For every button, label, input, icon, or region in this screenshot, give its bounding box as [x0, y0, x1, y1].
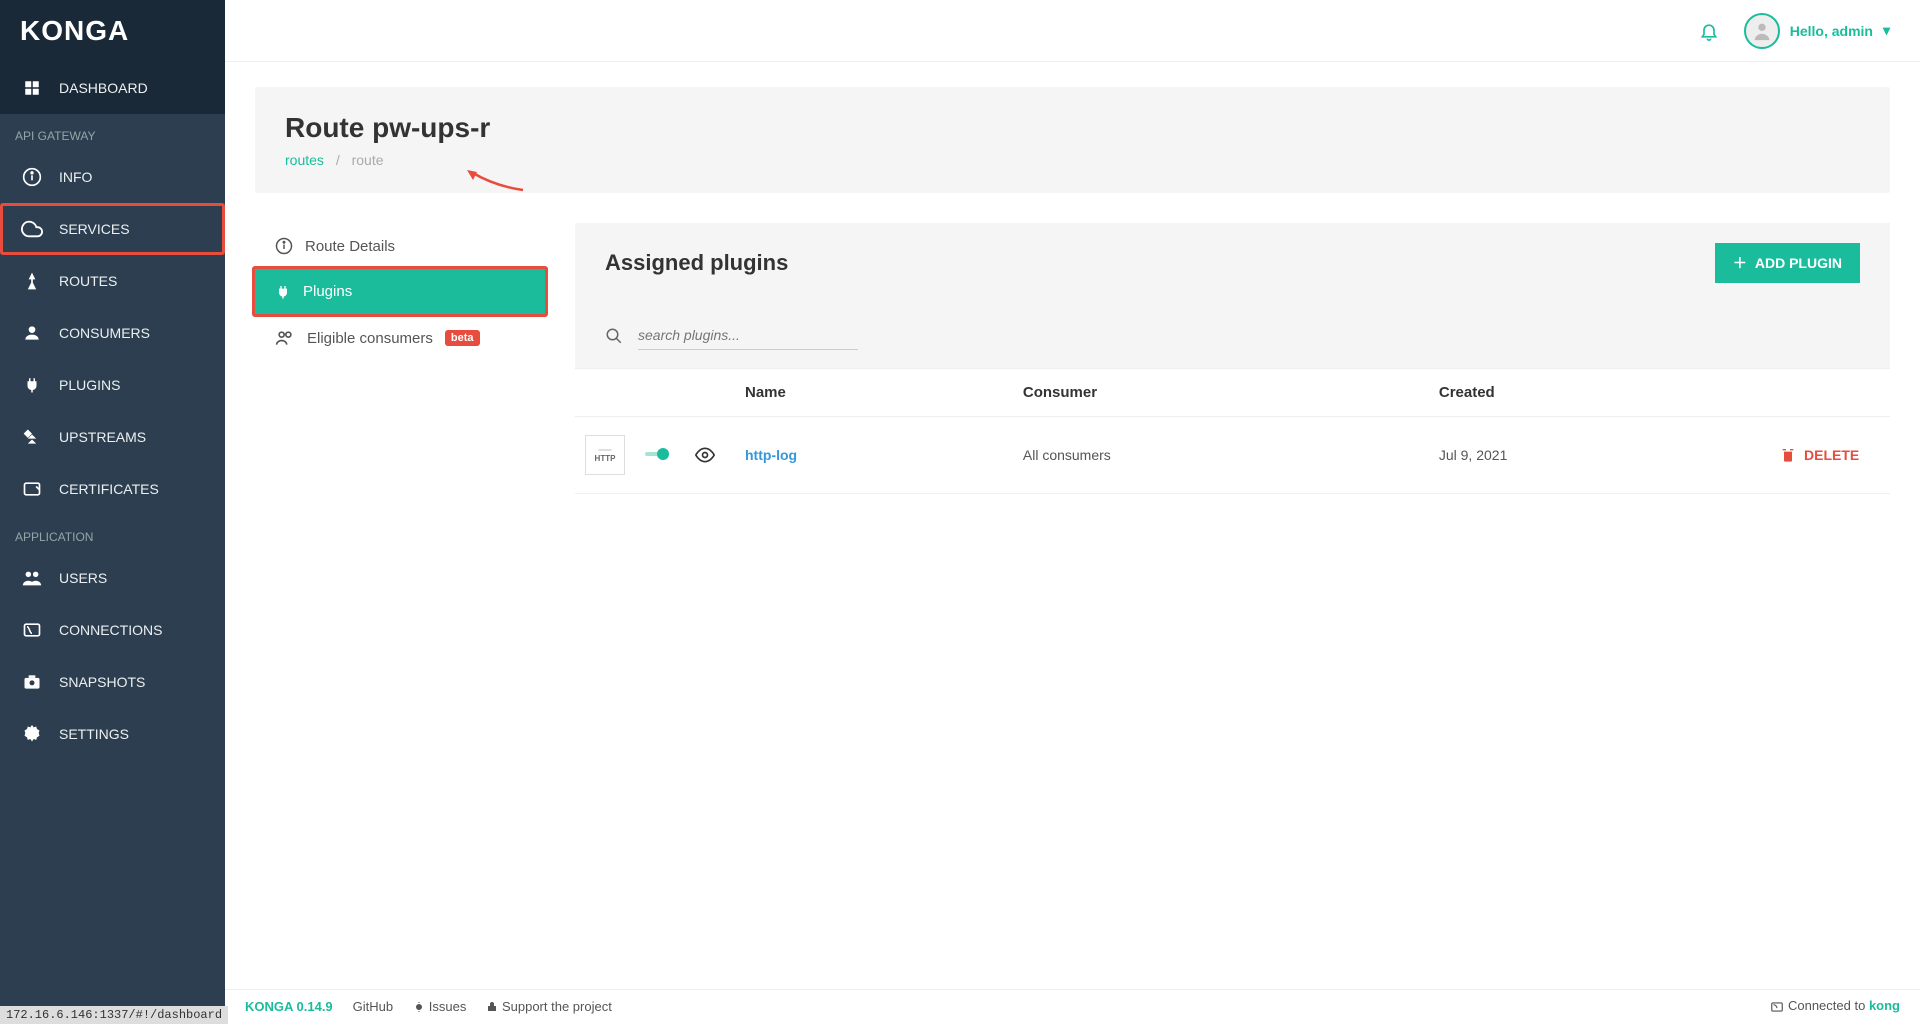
sidebar-item-settings[interactable]: SETTINGS — [0, 708, 225, 760]
sidebar-item-label: UPSTREAMS — [59, 429, 146, 445]
gear-icon — [20, 722, 44, 746]
search-icon — [605, 327, 623, 345]
sidebar-item-connections[interactable]: CONNECTIONS — [0, 604, 225, 656]
footer-version: KONGA 0.14.9 — [245, 999, 333, 1014]
sidebar-item-label: SERVICES — [59, 221, 130, 237]
sidebar-item-routes[interactable]: ROUTES — [0, 255, 225, 307]
tab-label: Plugins — [303, 283, 352, 300]
plugin-consumer-cell: All consumers — [1013, 417, 1429, 494]
plugin-type-icon: ═══HTTP — [585, 435, 625, 475]
sidebar-item-label: USERS — [59, 570, 107, 586]
camera-icon — [20, 670, 44, 694]
eye-icon[interactable] — [695, 445, 725, 465]
sidebar-item-plugins[interactable]: PLUGINS — [0, 359, 225, 411]
sidebar-item-consumers[interactable]: CONSUMERS — [0, 307, 225, 359]
cloud-icon — [20, 217, 44, 241]
breadcrumb-separator: / — [336, 152, 340, 168]
dashboard-icon — [20, 76, 44, 100]
sidebar-item-label: INFO — [59, 169, 92, 185]
add-plugin-button[interactable]: ＋ ADD PLUGIN — [1715, 243, 1860, 283]
page-header: Route pw-ups-r routes / route — [255, 87, 1890, 193]
sidebar-item-label: CONNECTIONS — [59, 622, 162, 638]
sidebar-section-api-gateway: API GATEWAY — [0, 114, 225, 151]
plus-icon: ＋ — [1733, 253, 1747, 273]
search-input[interactable] — [638, 321, 858, 350]
column-header-name: Name — [735, 369, 1013, 417]
sidebar-item-label: DASHBOARD — [59, 80, 148, 96]
breadcrumb-current: route — [352, 152, 384, 168]
delete-label: DELETE — [1804, 447, 1859, 463]
user-greeting-text: Hello, admin — [1790, 23, 1873, 39]
footer: KONGA 0.14.9 GitHub Issues Support the p… — [225, 989, 1920, 1022]
footer-support-link[interactable]: Support the project — [486, 999, 611, 1014]
main-area: Hello, admin ▾ Route pw-ups-r routes / r… — [225, 0, 1920, 1022]
column-header-consumer: Consumer — [1013, 369, 1429, 417]
sidebar: KONGA DASHBOARD API GATEWAY INFO SERVICE… — [0, 0, 225, 1022]
sidebar-item-info[interactable]: INFO — [0, 151, 225, 203]
footer-issues-link[interactable]: Issues — [413, 999, 466, 1014]
plug-icon — [275, 284, 291, 300]
plugin-toggle[interactable] — [645, 447, 673, 461]
footer-kong-link[interactable]: kong — [1869, 998, 1900, 1013]
sidebar-item-label: SNAPSHOTS — [59, 674, 145, 690]
sidebar-item-label: PLUGINS — [59, 377, 120, 393]
user-menu[interactable]: Hello, admin ▾ — [1744, 13, 1890, 49]
sidebar-item-users[interactable]: USERS — [0, 552, 225, 604]
beta-badge: beta — [445, 330, 480, 346]
info-icon — [275, 237, 293, 255]
app-logo: KONGA — [0, 0, 225, 62]
tab-eligible-consumers[interactable]: Eligible consumers beta — [255, 314, 545, 362]
column-header-created: Created — [1429, 369, 1770, 417]
tab-label: Route Details — [305, 238, 395, 255]
sidebar-item-upstreams[interactable]: UPSTREAMS — [0, 411, 225, 463]
search-bar — [575, 303, 1890, 369]
users-icon — [275, 328, 295, 348]
avatar — [1744, 13, 1780, 49]
plugins-panel: Assigned plugins ＋ ADD PLUGIN — [575, 223, 1890, 494]
panel-header: Assigned plugins ＋ ADD PLUGIN — [575, 223, 1890, 303]
sidebar-item-snapshots[interactable]: SNAPSHOTS — [0, 656, 225, 708]
add-plugin-label: ADD PLUGIN — [1755, 255, 1842, 271]
table-row: ═══HTTP http-log All consumers Jul 9, 20… — [575, 417, 1890, 494]
chevron-down-icon: ▾ — [1883, 22, 1890, 39]
sidebar-item-label: CERTIFICATES — [59, 481, 159, 497]
bell-icon[interactable] — [1699, 21, 1719, 41]
sidebar-item-dashboard[interactable]: DASHBOARD — [0, 62, 225, 114]
footer-github-link[interactable]: GitHub — [353, 999, 393, 1014]
sidebar-item-label: CONSUMERS — [59, 325, 150, 341]
delete-button[interactable]: DELETE — [1780, 447, 1880, 463]
plugins-table: Name Consumer Created ═══HTTP http-log — [575, 369, 1890, 494]
sidebar-item-services[interactable]: SERVICES — [0, 203, 225, 255]
plugin-name-link[interactable]: http-log — [745, 447, 797, 463]
topbar: Hello, admin ▾ — [225, 0, 1920, 62]
breadcrumb-link-routes[interactable]: routes — [285, 152, 324, 168]
tab-route-details[interactable]: Route Details — [255, 223, 545, 269]
sidebar-item-certificates[interactable]: CERTIFICATES — [0, 463, 225, 515]
routes-icon — [20, 269, 44, 293]
browser-statusbar: 172.16.6.146:1337/#!/dashboard — [0, 1006, 228, 1024]
footer-connection-status: Connected to kong — [1770, 998, 1900, 1014]
breadcrumb: routes / route — [285, 152, 1860, 168]
tab-plugins[interactable]: Plugins — [252, 266, 548, 317]
content: Route pw-ups-r routes / route Route Deta… — [225, 62, 1920, 519]
plugin-created-cell: Jul 9, 2021 — [1429, 417, 1770, 494]
route-tabs: Route Details Plugins Eligible consumers… — [255, 223, 545, 494]
sidebar-item-label: SETTINGS — [59, 726, 129, 742]
certificates-icon — [20, 477, 44, 501]
connections-icon — [20, 618, 44, 642]
page-title: Route pw-ups-r — [285, 112, 1860, 144]
plug-icon — [20, 373, 44, 397]
tab-label: Eligible consumers — [307, 330, 433, 347]
users-icon — [20, 566, 44, 590]
info-icon — [20, 165, 44, 189]
panel-title: Assigned plugins — [605, 250, 788, 276]
sidebar-item-label: ROUTES — [59, 273, 117, 289]
sidebar-section-application: APPLICATION — [0, 515, 225, 552]
consumer-icon — [20, 321, 44, 345]
upstreams-icon — [20, 425, 44, 449]
